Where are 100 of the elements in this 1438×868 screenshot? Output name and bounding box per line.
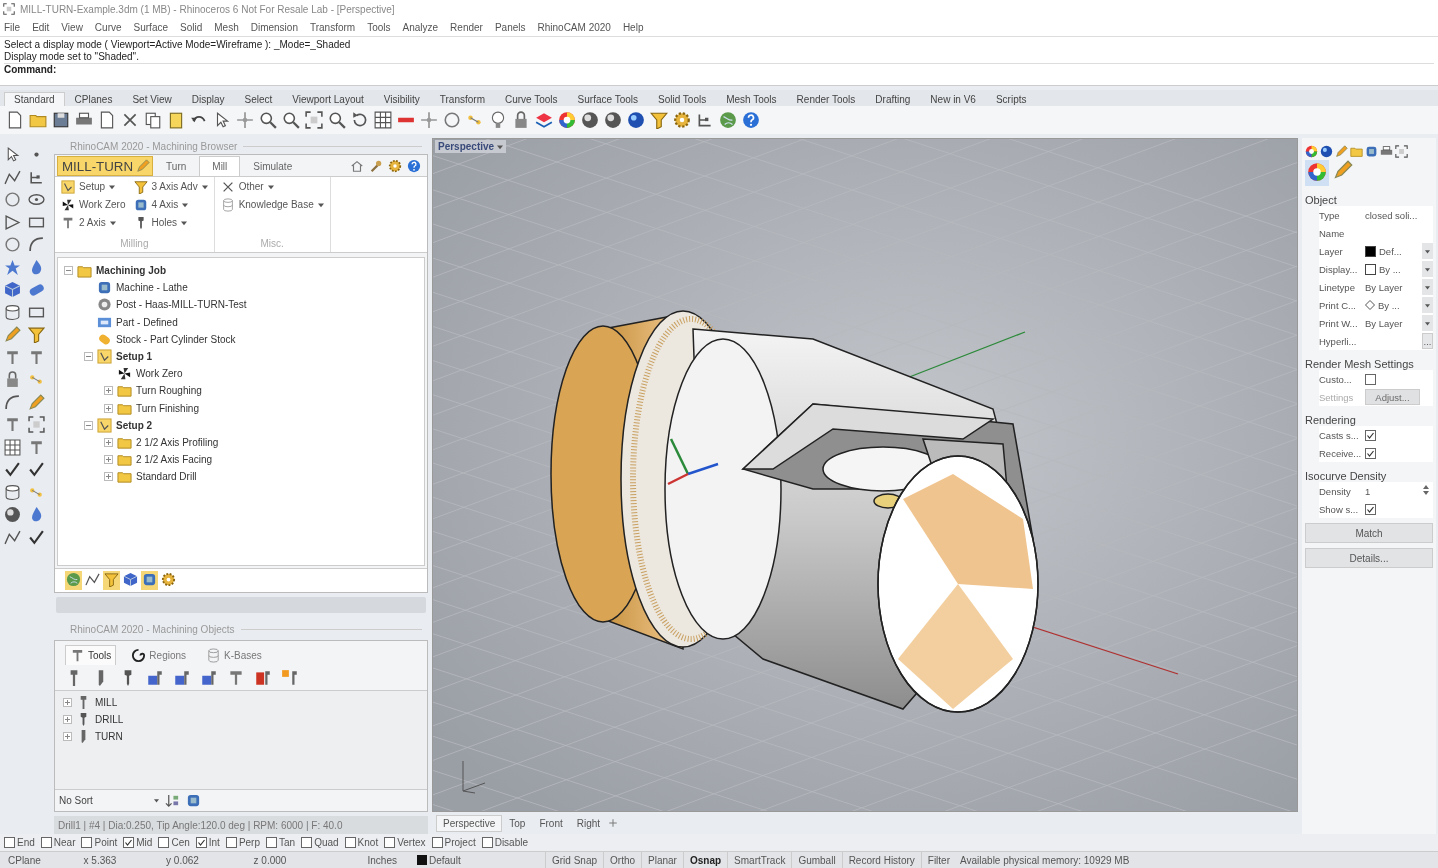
browser-tab[interactable]: Turn: [153, 156, 200, 176]
osnap-checkbox[interactable]: [301, 837, 313, 848]
objects-tab[interactable]: Tools: [65, 645, 117, 665]
toolbar-tab[interactable]: Transform: [429, 92, 495, 106]
osnap-checkbox[interactable]: [344, 837, 356, 848]
funnel-icon[interactable]: [28, 326, 45, 343]
menu-item[interactable]: Analyze: [402, 21, 439, 33]
document-icon[interactable]: [98, 111, 116, 129]
toolbar-tab[interactable]: Render Tools: [786, 92, 866, 106]
collapse-icon[interactable]: [64, 266, 73, 276]
star-icon[interactable]: [4, 258, 21, 276]
osnap-checkbox[interactable]: [81, 837, 93, 848]
menu-item[interactable]: Render: [450, 21, 483, 33]
expand-icon[interactable]: [63, 732, 72, 742]
layer-label[interactable]: Default: [429, 854, 461, 866]
toolbar-tab[interactable]: Viewport Layout: [282, 92, 374, 106]
cube-icon[interactable]: [123, 572, 138, 587]
objects-tab[interactable]: Regions: [126, 645, 192, 665]
polyline-icon[interactable]: [4, 528, 21, 546]
toolbar-tab[interactable]: Visibility: [373, 92, 430, 106]
dropdown-button[interactable]: [1422, 279, 1433, 295]
toolbar-tab[interactable]: Display: [181, 92, 235, 106]
ribbon-button[interactable]: 3 Axis Adv: [133, 179, 208, 194]
sort-icon[interactable]: [165, 793, 180, 808]
browse-button[interactable]: ...: [1422, 333, 1433, 349]
checkmark-icon[interactable]: [4, 461, 21, 478]
property-value[interactable]: By Layer: [1365, 317, 1403, 329]
circle-icon[interactable]: [4, 236, 21, 253]
tree-item[interactable]: Standard Drill: [136, 471, 197, 483]
pen-icon[interactable]: [1333, 160, 1353, 180]
dropdown-button[interactable]: [1422, 261, 1433, 277]
viewport-label[interactable]: Perspective: [435, 140, 507, 153]
ellipse-icon[interactable]: [28, 191, 45, 208]
polyline-icon[interactable]: [85, 572, 100, 587]
checkmark-icon[interactable]: [28, 461, 45, 478]
sphere-icon[interactable]: [627, 111, 645, 129]
module-button[interactable]: MILL-TURN: [57, 156, 154, 176]
property-value[interactable]: By Layer: [1365, 281, 1403, 293]
gear-icon[interactable]: [161, 572, 176, 587]
status-toggle[interactable]: Grid Snap: [545, 852, 604, 868]
viewport-tab[interactable]: Right: [569, 814, 608, 832]
toolbar-tab[interactable]: CPlanes: [64, 92, 123, 106]
menu-item[interactable]: Help: [622, 21, 644, 33]
lock-icon[interactable]: [4, 371, 21, 388]
ribbon-button[interactable]: Knowledge Base: [220, 197, 324, 212]
sphere-icon[interactable]: [604, 111, 622, 129]
color-wheel-icon[interactable]: [558, 111, 576, 129]
collapse-icon[interactable]: [84, 420, 93, 430]
menu-item[interactable]: Curve: [94, 21, 122, 33]
magnifier-icon[interactable]: [328, 111, 346, 129]
tool-holder-icon[interactable]: [200, 668, 218, 687]
tree-item[interactable]: Turn Finishing: [136, 402, 199, 414]
collapse-icon[interactable]: [84, 352, 93, 362]
home-icon[interactable]: [350, 159, 364, 173]
funnel-icon[interactable]: [650, 111, 668, 129]
menu-item[interactable]: View: [61, 21, 83, 33]
osnap-checkbox[interactable]: [384, 837, 396, 848]
checkbox[interactable]: [1365, 373, 1376, 385]
ribbon-button[interactable]: 2 Axis: [61, 215, 126, 230]
sphere-icon[interactable]: [581, 111, 599, 129]
triangle-icon[interactable]: [4, 213, 21, 231]
tool-holder-icon[interactable]: [227, 668, 245, 687]
frame-icon[interactable]: [305, 111, 323, 129]
tree-item[interactable]: Setup 2: [116, 419, 153, 431]
clipboard-icon[interactable]: [167, 111, 185, 129]
ribbon-button[interactable]: Setup: [61, 179, 126, 194]
tree-item[interactable]: Post - Haas-MILL-TURN-Test: [116, 299, 247, 311]
bulb-icon[interactable]: [489, 111, 507, 129]
sphere-icon[interactable]: [1320, 144, 1333, 158]
tool-holder-icon[interactable]: [4, 348, 21, 366]
viewport-tab[interactable]: Perspective: [436, 814, 503, 832]
tree-item[interactable]: Turn Roughing: [136, 385, 202, 397]
osnap-checkbox[interactable]: [123, 837, 135, 848]
checkmark-icon[interactable]: [28, 528, 45, 546]
tool-holder-icon[interactable]: [28, 348, 45, 366]
ribbon-button[interactable]: Work Zero: [61, 197, 126, 212]
menu-item[interactable]: Dimension: [250, 21, 298, 33]
toolbar-tab[interactable]: Curve Tools: [494, 92, 568, 106]
browser-tab[interactable]: Mill: [199, 156, 241, 176]
toolbar-tab[interactable]: Select: [234, 92, 283, 106]
cplane-label[interactable]: CPlane: [0, 854, 60, 866]
lock-icon[interactable]: [512, 111, 530, 129]
sort-dropdown[interactable]: No Sort: [59, 795, 159, 806]
frame-icon[interactable]: [28, 416, 45, 433]
tree-item[interactable]: 2 1/2 Axis Profiling: [136, 436, 219, 448]
toolbar-tab[interactable]: Set View: [122, 92, 182, 106]
arc-icon[interactable]: [28, 236, 45, 253]
status-toggle[interactable]: Gumball: [791, 852, 842, 868]
tree-item[interactable]: TURN: [95, 731, 123, 743]
tree-item[interactable]: 2 1/2 Axis Facing: [136, 454, 213, 466]
osnap-checkbox[interactable]: [195, 837, 207, 848]
expand-icon[interactable]: [63, 698, 72, 708]
circle-icon[interactable]: [4, 191, 21, 208]
ribbon-button[interactable]: Other: [220, 179, 324, 194]
osnap-checkbox[interactable]: [481, 837, 493, 848]
toolbar-tab[interactable]: Solid Tools: [648, 92, 717, 106]
tree-item[interactable]: Work Zero: [136, 368, 183, 380]
expand-icon[interactable]: [104, 403, 113, 413]
command-prompt[interactable]: Command:: [4, 63, 1434, 75]
toolbar-tab[interactable]: Mesh Tools: [716, 92, 787, 106]
